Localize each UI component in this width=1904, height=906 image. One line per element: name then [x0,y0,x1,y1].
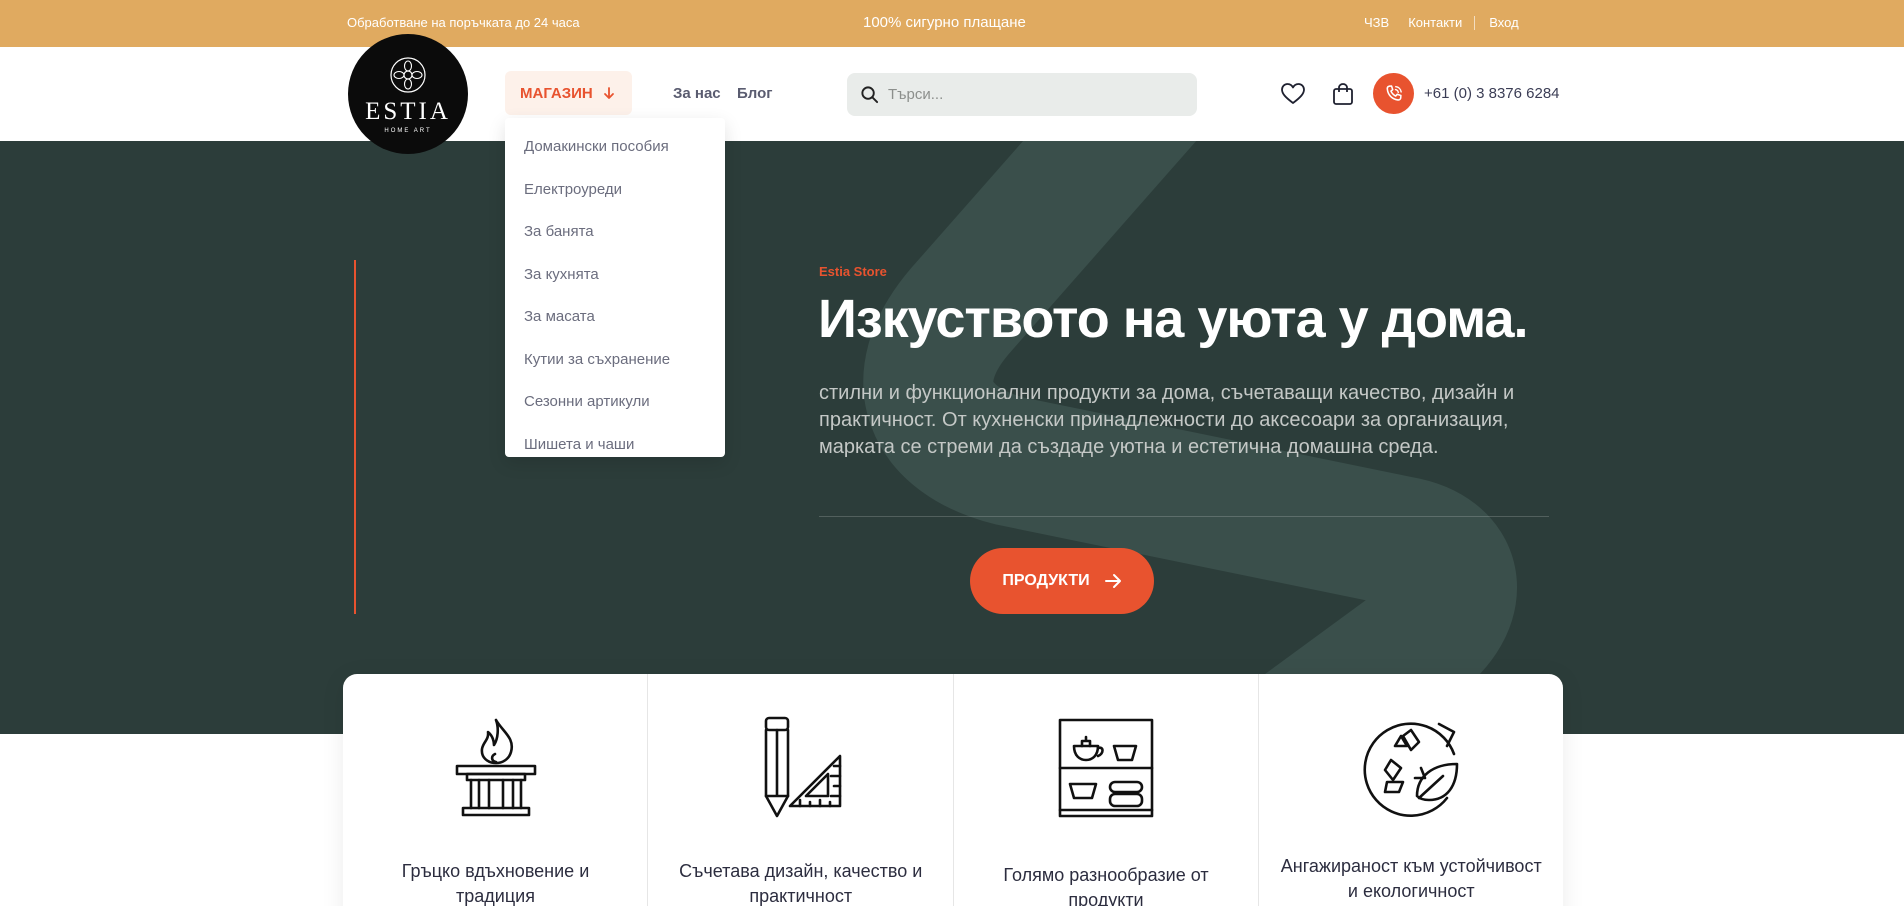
products-button[interactable]: ПРОДУКТИ [970,548,1154,614]
feature-text: Гръцко вдъхновение и традиция [401,861,590,906]
login-link[interactable]: Вход [1489,15,1518,30]
shelf-products-icon [1058,718,1153,818]
search-input[interactable] [888,73,1178,116]
search-icon[interactable] [860,85,879,104]
pencil-ruler-icon [764,716,842,818]
arrow-down-icon [603,87,614,99]
search-box [847,73,1197,116]
logo-tagline: HOME ART [384,128,432,134]
nav-about[interactable]: За нас [673,85,721,102]
logo-wordmark: ESTIA [365,98,451,125]
feature-card: Гръцко вдъхновение и традиция [343,674,649,906]
phone-icon [1386,84,1402,101]
divider [1474,15,1476,30]
menu-item-seasonal[interactable]: Сезонни артикули [505,381,725,424]
phone-number[interactable]: +61 (0) 3 8376 6284 [1424,85,1560,102]
hero-title: Изкуството на уюта у дома. [818,289,1528,349]
menu-item-bottles-glasses[interactable]: Шишета и чаши [505,424,725,467]
secure-payment-notice: 100% сигурно плащане [863,14,1026,31]
nav-blog[interactable]: Блог [737,85,773,102]
arrow-right-icon [1104,574,1121,588]
shop-dropdown-menu: Домакински пособия Електроуреди За банят… [505,118,725,457]
menu-item-appliances[interactable]: Електроуреди [505,169,725,212]
menu-item-storage-boxes[interactable]: Кутии за съхранение [505,339,725,382]
fire-altar-icon [455,718,537,817]
shopping-bag-icon[interactable] [1330,81,1356,107]
hero-description: стилни и функционални продукти за дома, … [819,382,1515,458]
shop-menu-button[interactable]: МАГАЗИН [505,71,632,115]
processing-notice: Обработване на поръчката до 24 часа [347,15,580,30]
feature-card: Ангажираност към устойчивост и екологичн… [1259,674,1563,906]
site-logo[interactable]: ESTIA HOME ART [348,34,468,154]
hero-eyebrow: Estia Store [819,264,887,279]
faq-link[interactable]: ЧЗВ [1364,15,1389,30]
menu-item-household[interactable]: Домакински пособия [505,126,725,169]
recycle-leaf-icon [1363,722,1459,817]
menu-item-kitchen[interactable]: За кухнята [505,254,725,297]
shop-menu-label: МАГАЗИН [520,84,593,102]
top-links: ЧЗВ Контакти Вход [1364,15,1519,30]
features-panel: Гръцко вдъхновение и традиция Съчетава д… [343,674,1563,906]
feature-card: Съчетава дизайн, качество и практичност [648,674,954,906]
feature-text: Ангажираност към устойчивост и екологичн… [1280,856,1542,901]
top-bar: Обработване на поръчката до 24 часа 100%… [0,0,1904,47]
logo-emblem-icon [390,57,426,93]
feature-text: Голямо разнообразие от продукти [1003,865,1209,906]
feature-card: Голямо разнообразие от продукти [954,674,1259,906]
feature-text: Съчетава дизайн, качество и практичност [679,861,923,906]
menu-item-table[interactable]: За масата [505,296,725,339]
menu-item-bathroom[interactable]: За банята [505,211,725,254]
accent-line [354,260,356,614]
phone-button[interactable] [1373,73,1414,114]
contacts-link[interactable]: Контакти [1408,15,1462,30]
hero-divider [819,516,1549,517]
products-button-label: ПРОДУКТИ [1002,572,1090,589]
heart-icon[interactable] [1280,81,1306,107]
